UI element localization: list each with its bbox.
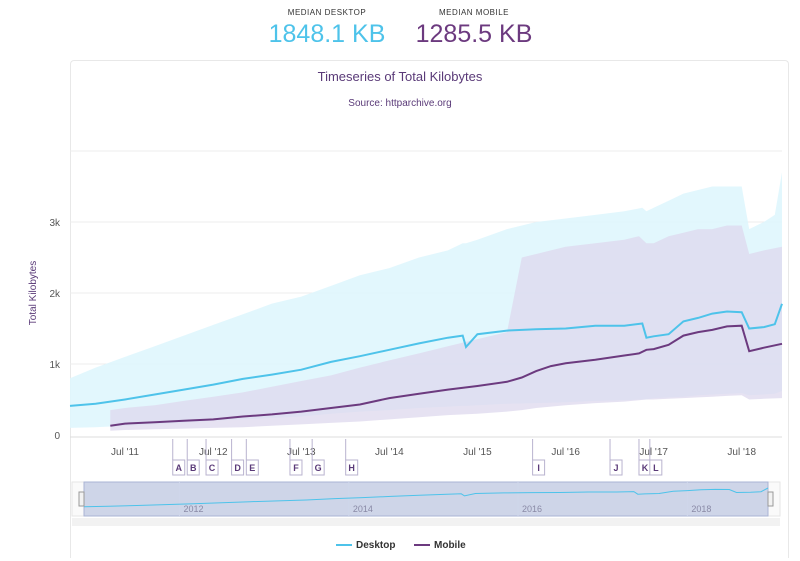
x-tick-label: Jul '14 <box>375 447 404 458</box>
annotation-label: J <box>614 463 619 473</box>
x-tick-label: Jul '17 <box>639 447 668 458</box>
annotation-label: D <box>234 463 241 473</box>
annotation-label: I <box>537 463 540 473</box>
y-tick-label: 3k <box>49 218 61 229</box>
navigator-year-label: 2014 <box>353 504 373 514</box>
legend-item-desktop[interactable]: Desktop <box>336 540 395 551</box>
x-tick-label: Jul '18 <box>727 447 756 458</box>
legend-item-mobile[interactable]: Mobile <box>414 540 466 551</box>
chart-subtitle: Source: httparchive.org <box>348 98 451 109</box>
annotation-label: K <box>642 463 649 473</box>
navigator-handle-left <box>78 491 85 507</box>
navigator-scrollbar <box>72 518 780 526</box>
timeseries-chart[interactable]: Timeseries of Total Kilobytes Source: htt… <box>0 0 800 561</box>
legend-line-mobile <box>414 544 430 547</box>
annotation-label: H <box>348 463 355 473</box>
legend-label-mobile: Mobile <box>434 540 466 551</box>
x-tick-label: Jul '12 <box>199 447 228 458</box>
annotation-label: B <box>190 463 197 473</box>
annotation-label: E <box>249 463 255 473</box>
legend-line-desktop <box>336 544 352 547</box>
annotation-label: C <box>209 463 216 473</box>
y-tick-label: 0 <box>54 431 60 442</box>
x-tick-label: Jul '16 <box>551 447 580 458</box>
navigator-handle-right <box>767 491 774 507</box>
navigator-year-label: 2018 <box>691 504 711 514</box>
y-tick-label: 1k <box>49 360 61 371</box>
legend-label-desktop: Desktop <box>356 540 396 551</box>
annotation-label: F <box>293 463 299 473</box>
navigator-year-label: 2016 <box>522 504 542 514</box>
x-tick-label: Jul '11 <box>111 447 139 458</box>
y-axis-label: Total Kilobytes <box>28 261 39 325</box>
navigator-year-label: 2012 <box>183 504 203 514</box>
chart-title: Timeseries of Total Kilobytes <box>318 69 483 84</box>
y-tick-label: 2k <box>49 289 61 300</box>
annotation-label: G <box>315 463 322 473</box>
annotation-label: A <box>175 463 182 473</box>
chart-legend: Desktop Mobile <box>0 540 800 556</box>
x-tick-label: Jul '15 <box>463 447 492 458</box>
annotation-label: L <box>653 463 659 473</box>
